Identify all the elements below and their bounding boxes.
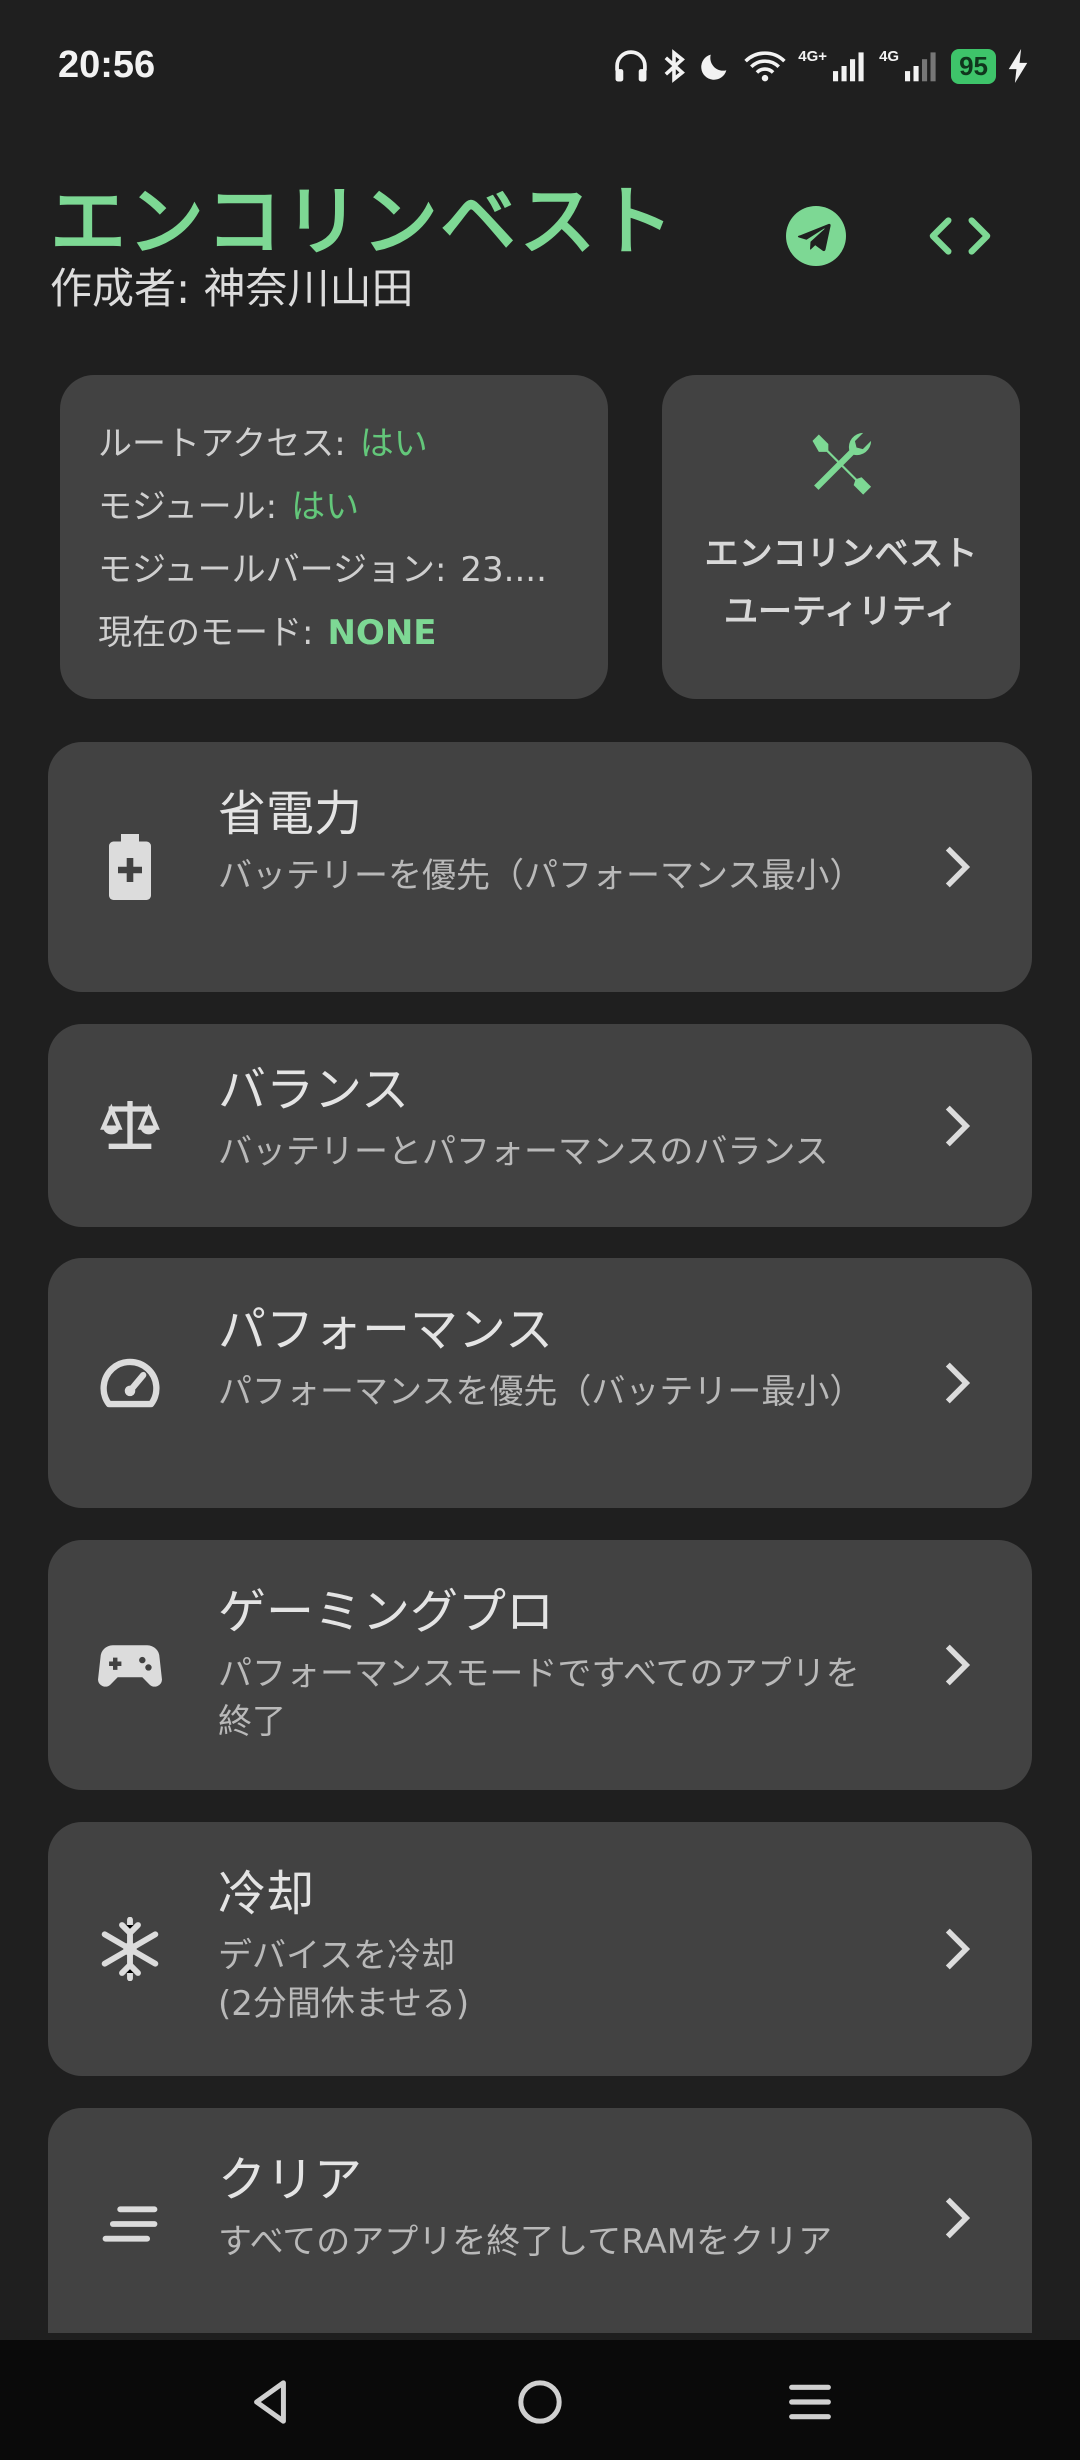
app-author: 作成者: 神奈川山田 [50,264,414,313]
signal-label: 4G+ [798,47,828,65]
snowflake-icon [94,1913,166,1985]
chevron-right-icon [932,2188,982,2248]
module-version-value: 23.... [460,550,547,590]
mode-desc: パフォーマンスを優先（バッテリー最小） [218,1372,864,1412]
mode-card-power-save[interactable]: 省電力 バッテリーを優先（パフォーマンス最小） [48,742,1032,992]
mode-desc: バッテリーを優先（パフォーマンス最小） [218,856,864,896]
clear-lines-icon [94,2188,166,2260]
mode-title: パフォーマンス [218,1302,554,1358]
bluetooth-icon [664,49,686,83]
mode-title: クリア [218,2152,363,2208]
home-icon [518,2380,562,2424]
wifi-icon [744,51,786,82]
current-mode-value: NONE [327,613,437,653]
back-button[interactable] [240,2372,300,2432]
tools-icon [803,425,879,505]
chevron-right-icon [932,837,982,897]
moon-icon [701,54,727,80]
headphones-icon [615,50,648,82]
status-time: 20:56 [58,44,156,86]
battery-plus-icon [94,831,166,903]
mode-card-balance[interactable]: バランス バッテリーとパフォーマンスのバランス [48,1024,1032,1227]
speedometer-icon [94,1347,166,1419]
utility-label-line2: ユーティリティ [724,592,958,632]
root-access-row: ルートアクセス: はい [98,413,570,476]
module-version-row: モジュールバージョン: 23.... [98,539,570,602]
app-title: エンコリンベスト [50,177,676,266]
utility-label-line1: エンコリンベスト [704,534,978,574]
mode-title: 冷却 [218,1866,315,1922]
signal-4g-plus-icon [833,52,864,82]
chevron-right-icon [932,1353,982,1413]
status-icons: 4G+ 4G 95 [612,46,1028,86]
mode-desc: バッテリーとパフォーマンスのバランス [218,1132,829,1172]
mode-card-clear[interactable]: クリア すべてのアプリを終了してRAMをクリア [48,2108,1032,2333]
battery-indicator: 95 [951,48,996,84]
mode-card-performance[interactable]: パフォーマンス パフォーマンスを優先（バッテリー最小） [48,1258,1032,1508]
status-info-card: ルートアクセス: はい モジュール: はい モジュールバージョン: 23.... 現在… [60,375,608,699]
system-nav-bar [0,2340,1080,2460]
mode-desc: パフォーマンスモードですべてのアプリを終了 [218,1654,860,1742]
mode-title: バランス [218,1062,410,1118]
module-version-label: モジュールバージョン: [98,550,447,590]
signal-label: 4G [879,47,900,65]
menu-icon [789,2384,831,2420]
telegram-button[interactable] [780,200,852,272]
home-button[interactable] [510,2372,570,2432]
code-icon [929,217,991,255]
mode-desc: すべてのアプリを終了してRAMをクリア [218,2222,833,2262]
root-access-label: ルートアクセス: [98,424,346,464]
status-bar: 20:56 4G+ 4G 95 [0,0,1080,135]
signal-4g-icon [905,52,936,82]
current-mode-label: 現在のモード: [98,613,314,653]
gamepad-icon [94,1629,166,1701]
mode-title: ゲーミングプロ [218,1584,555,1640]
mode-card-gaming-pro[interactable]: ゲーミングプロ パフォーマンスモードですべてのアプリを終了 [48,1540,1032,1790]
back-icon [254,2380,286,2424]
module-row: モジュール: はい [98,476,570,539]
recents-button[interactable] [780,2372,840,2432]
mode-card-cooling[interactable]: 冷却 デバイスを冷却 (2分間休ませる) [48,1822,1032,2076]
chevron-right-icon [932,1635,982,1695]
mode-desc: デバイスを冷却 (2分間休ませる) [218,1936,470,2024]
current-mode-row: 現在のモード: NONE [98,602,570,665]
chevron-right-icon [932,1919,982,1979]
charging-icon [1008,49,1028,83]
chevron-right-icon [932,1096,982,1156]
module-value: はい [291,487,360,527]
source-code-button[interactable] [924,200,996,272]
utility-card[interactable]: エンコリンベスト ユーティリティ [662,375,1020,699]
mode-title: 省電力 [218,786,363,842]
root-access-value: はい [359,424,428,464]
scale-icon [94,1089,166,1161]
telegram-icon [786,206,846,266]
module-label: モジュール: [98,487,278,527]
